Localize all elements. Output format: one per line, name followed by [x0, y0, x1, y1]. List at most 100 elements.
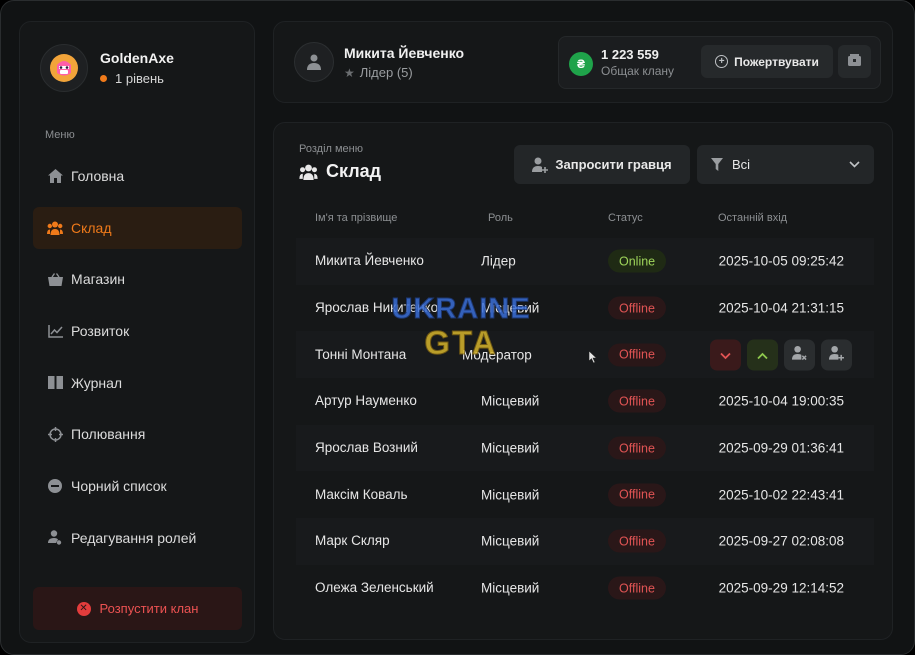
invite-player-button[interactable]: Запросити гравця: [514, 145, 690, 184]
status-badge: Offline: [608, 576, 666, 600]
roster-panel: Розділ меню Склад Запросити гравця Всі І…: [273, 122, 893, 640]
sidebar-item-label: Головна: [71, 168, 125, 184]
member-name: Максім Коваль: [315, 486, 408, 502]
last-login: 2025-10-04 19:00:35: [718, 393, 844, 409]
status-badge: Offline: [608, 343, 666, 367]
add-user-icon: [532, 157, 549, 173]
profile[interactable]: GoldenAxe 1 рівень: [40, 44, 174, 92]
chevron-down-icon: [720, 347, 731, 362]
sidebar: GoldenAxe 1 рівень Меню Головна Склад Ма…: [19, 21, 255, 643]
star-icon: ★: [344, 65, 355, 80]
column-header-last-login: Останній вхід: [718, 212, 788, 224]
table-row[interactable]: Марк Скляр Місцевий Offline 2025-09-27 0…: [296, 518, 874, 565]
status-badge: Offline: [608, 436, 666, 460]
user-edit-icon: [47, 530, 63, 546]
last-login: 2025-10-02 22:43:41: [718, 487, 844, 503]
member-role: Місцевий: [481, 580, 540, 596]
sidebar-item-label: Полювання: [71, 426, 146, 443]
menu-caption: Меню: [45, 129, 75, 141]
member-role: Місцевий: [481, 440, 540, 456]
sidebar-item-development[interactable]: Розвиток: [33, 310, 242, 352]
clan-fund: ₴ 1 223 559 Общак клану + Пожертвувати: [558, 36, 881, 89]
member-role: Лідер: [481, 253, 516, 269]
donate-label: Пожертвувати: [734, 54, 819, 69]
table-row[interactable]: Максім Коваль Місцевий Offline 2025-10-0…: [296, 471, 874, 518]
user-name: Микита Йевченко: [344, 45, 465, 61]
status-badge: Offline: [608, 483, 666, 507]
sidebar-item-hunting[interactable]: Полювання: [33, 413, 242, 455]
status-badge: Offline: [608, 529, 666, 553]
last-login: 2025-10-05 09:25:42: [718, 253, 844, 269]
member-role: Місцевий: [481, 393, 540, 409]
donate-button[interactable]: + Пожертвувати: [701, 45, 833, 78]
page-title: Склад: [299, 161, 381, 182]
status-badge: Offline: [608, 296, 666, 320]
members-table: Микита Йевченко Лідер Online 2025-10-05 …: [296, 238, 874, 612]
user-avatar[interactable]: [294, 42, 334, 82]
last-login: 2025-10-04 21:31:15: [718, 300, 844, 316]
chevron-up-icon: [757, 347, 768, 362]
chevron-down-icon: [849, 161, 860, 168]
row-actions: [710, 339, 858, 371]
promote-button[interactable]: [747, 339, 778, 371]
book-icon: [47, 375, 63, 391]
safe-button[interactable]: [838, 45, 871, 78]
block-icon: [47, 478, 63, 494]
header-card: Микита Йевченко ★ Лідер (5) ₴ 1 223 559 …: [273, 21, 893, 103]
hryvnia-coin-icon: ₴: [569, 52, 593, 76]
app-window: GoldenAxe 1 рівень Меню Головна Склад Ма…: [0, 0, 915, 655]
sidebar-item-blacklist[interactable]: Чорний список: [33, 465, 242, 507]
table-row[interactable]: Артур Науменко Місцевий Offline 2025-10-…: [296, 378, 874, 425]
add-user-icon: [829, 346, 844, 364]
user-role: ★ Лідер (5): [344, 65, 413, 80]
table-row[interactable]: Тонні Монтана Модератор Offline: [296, 331, 874, 379]
basket-icon: [47, 271, 63, 287]
filter-value: Всі: [732, 157, 751, 172]
fund-caption: Общак клану: [601, 64, 675, 78]
chart-icon: [47, 323, 63, 339]
member-name: Тонні Монтана: [315, 346, 407, 362]
last-login: 2025-09-29 12:14:52: [718, 580, 844, 596]
remove-user-icon: [792, 346, 807, 364]
sidebar-item-home[interactable]: Головна: [33, 155, 242, 197]
sidebar-item-shop[interactable]: Магазин: [33, 258, 242, 300]
assign-role-button[interactable]: [821, 339, 852, 371]
disband-clan-label: Розпустити клан: [99, 601, 199, 616]
sidebar-item-roster[interactable]: Склад: [33, 206, 242, 249]
profile-level: 1 рівень: [100, 71, 174, 86]
sidebar-item-label: Розвиток: [71, 323, 130, 340]
member-role: Місцевий: [481, 300, 540, 316]
sidebar-item-label: Журнал: [71, 374, 123, 391]
sidebar-item-role-editing[interactable]: Редагування ролей: [33, 517, 242, 559]
sidebar-item-journal[interactable]: Журнал: [33, 362, 242, 404]
users-icon: [299, 164, 318, 180]
table-row[interactable]: Ярослав Возний Місцевий Offline 2025-09-…: [296, 424, 874, 472]
table-row[interactable]: Олежа Зеленський Місцевий Offline 2025-0…: [296, 565, 874, 612]
close-circle-icon: ✕: [76, 601, 91, 616]
home-icon: [47, 168, 63, 184]
member-name: Олежа Зеленський: [315, 580, 434, 596]
demote-button[interactable]: [710, 339, 741, 371]
filter-select[interactable]: Всі: [697, 145, 874, 184]
user-role-label: Лідер (5): [359, 65, 413, 80]
kick-member-button[interactable]: [784, 339, 815, 371]
table-row[interactable]: Ярослав Никитенко Місцевий Offline 2025-…: [296, 285, 874, 332]
avatar: [40, 44, 88, 92]
plus-circle-icon: +: [715, 55, 729, 68]
sidebar-menu: Головна Склад Магазин Розвиток Журнал По…: [33, 155, 242, 569]
disband-clan-button[interactable]: ✕ Розпустити клан: [33, 587, 242, 630]
member-name: Ярослав Возний: [315, 440, 418, 456]
column-header-status: Статус: [608, 212, 643, 224]
last-login: 2025-09-27 02:08:08: [718, 533, 844, 549]
invite-player-label: Запросити гравця: [555, 157, 672, 172]
filter-icon: [711, 158, 723, 171]
column-header-name: Ім'я та прізвище: [315, 212, 398, 224]
level-dot-icon: [100, 75, 107, 82]
safe-icon: [848, 53, 861, 71]
section-caption: Розділ меню: [299, 143, 363, 155]
status-badge: Online: [608, 249, 667, 273]
users-icon: [47, 220, 63, 236]
member-name: Марк Скляр: [315, 533, 390, 549]
fund-amount: 1 223 559: [601, 47, 659, 62]
table-row[interactable]: Микита Йевченко Лідер Online 2025-10-05 …: [296, 238, 874, 285]
